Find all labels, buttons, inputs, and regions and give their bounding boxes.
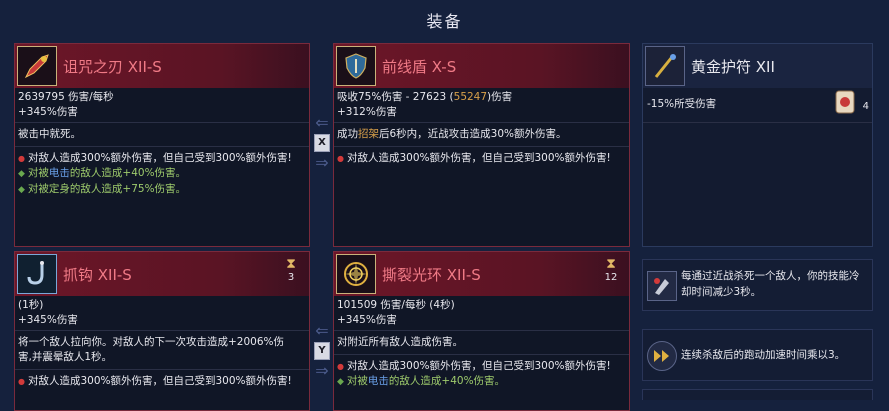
curse-mod-icon: ● bbox=[337, 154, 344, 163]
hourglass-icon: ⧗ bbox=[606, 256, 616, 272]
card-description: 被击中就死。 bbox=[15, 123, 309, 147]
curse-blade-icon bbox=[17, 46, 57, 86]
card-name: 黄金护符 XII bbox=[691, 58, 775, 76]
card-header: 抓钩 XII-S ⧗ 3 bbox=[15, 252, 309, 296]
mutation-speed-boost[interactable]: 连续杀敌后的跑动加速时间乘以3。 bbox=[642, 329, 873, 381]
tearing-aura-icon bbox=[336, 254, 376, 294]
kill-cooldown-icon bbox=[647, 271, 677, 301]
card-header: 黄金护符 XII bbox=[643, 44, 872, 88]
card-name: 抓钩 XII-S bbox=[63, 266, 132, 284]
amulet-card[interactable]: 黄金护符 XII -15%所受伤害 4 bbox=[642, 43, 873, 247]
swap-weapons-control[interactable]: ⇐ X ⇒ bbox=[311, 114, 333, 172]
mutation-kill-cooldown[interactable]: 每通过近战杀死一个敌人，你的技能冷 却时间减少3秒。 bbox=[642, 259, 873, 311]
arrow-right-icon: ⇒ bbox=[315, 153, 329, 172]
scroll-count: 4 bbox=[862, 101, 869, 112]
card-stats: 101509 伤害/每秒 (4秒) +345%伤害 bbox=[334, 296, 629, 331]
cooldown-badge: ⧗ 3 bbox=[279, 256, 303, 283]
amulet-icon bbox=[645, 46, 685, 86]
card-name: 诅咒之刃 XII-S bbox=[63, 58, 162, 76]
curse-mod-icon: ● bbox=[337, 362, 344, 371]
plus-mod-icon: ◆ bbox=[18, 185, 25, 195]
amulet-stat: -15%所受伤害 bbox=[647, 98, 717, 110]
screen-title: 装备 bbox=[426, 12, 463, 31]
swap-key-x: X bbox=[314, 134, 330, 152]
mutation-text: 连续杀敌后的跑动加速时间乘以3。 bbox=[681, 349, 846, 361]
hourglass-icon: ⧗ bbox=[286, 256, 296, 272]
cooldown-badge: ⧗ 12 bbox=[599, 256, 623, 283]
mod-root: ◆ 对被定身的敌人造成+75%伤害。 bbox=[18, 183, 187, 195]
card-header: 前线盾 X-S bbox=[334, 44, 629, 88]
card-description: 对附近所有敌人造成伤害。 bbox=[334, 331, 629, 355]
arrow-right-icon: ⇒ bbox=[315, 361, 329, 380]
amulet-divider bbox=[643, 122, 872, 123]
speed-boost-icon bbox=[647, 341, 677, 371]
grappling-hook-icon bbox=[17, 254, 57, 294]
mod-curse: ● 对敌人造成300%额外伤害，但自己受到300%额外伤害! bbox=[18, 375, 292, 387]
shield-icon bbox=[336, 46, 376, 86]
plus-mod-icon: ◆ bbox=[18, 169, 25, 179]
mod-curse: ● 对敌人造成300%额外伤害，但自己受到300%额外伤害! bbox=[18, 152, 292, 164]
mod-curse: ● 对敌人造成300%额外伤害，但自己受到300%额外伤害! bbox=[337, 360, 611, 372]
skill-card-tearing-aura[interactable]: 撕裂光环 XII-S ⧗ 12 101509 伤害/每秒 (4秒) +345%伤害… bbox=[333, 251, 630, 411]
scroll-icon bbox=[835, 90, 855, 114]
card-name: 前线盾 X-S bbox=[382, 58, 457, 76]
card-stats: 2639795 伤害/每秒 +345%伤害 bbox=[15, 88, 309, 123]
card-stats: (1秒) +345%伤害 bbox=[15, 296, 309, 331]
plus-mod-icon: ◆ bbox=[337, 377, 344, 387]
curse-mod-icon: ● bbox=[18, 377, 25, 386]
card-header: 诅咒之刃 XII-S bbox=[15, 44, 309, 88]
mutation-slot-partial bbox=[642, 389, 873, 400]
card-description: 将一个敌人拉向你。对敌人的下一次攻击造成+2006%伤 害,并震晕敌人1秒。 bbox=[15, 331, 309, 370]
mod-electric: ◆ 对被电击的敌人造成+40%伤害。 bbox=[18, 167, 187, 179]
card-header: 撕裂光环 XII-S ⧗ 12 bbox=[334, 252, 629, 296]
swap-key-y: Y bbox=[314, 342, 330, 360]
arrow-left-icon: ⇐ bbox=[315, 113, 329, 132]
card-mods: ● 对敌人造成300%额外伤害，但自己受到300%额外伤害! bbox=[15, 370, 309, 393]
card-description: 成功招架后6秒内，近战攻击造成30%额外伤害。 bbox=[334, 123, 629, 147]
card-name: 撕裂光环 XII-S bbox=[382, 266, 481, 284]
card-stats: 吸收75%伤害 - 27623 (55247)伤害 +312%伤害 bbox=[334, 88, 629, 123]
weapon-card-curse-blade[interactable]: 诅咒之刃 XII-S 2639795 伤害/每秒 +345%伤害 被击中就死。 … bbox=[14, 43, 310, 247]
swap-skills-control[interactable]: ⇐ Y ⇒ bbox=[311, 322, 333, 380]
mod-electric: ◆ 对被电击的敌人造成+40%伤害。 bbox=[337, 375, 506, 387]
mutation-text: 每通过近战杀死一个敌人，你的技能冷 却时间减少3秒。 bbox=[681, 270, 860, 298]
mod-curse: ● 对敌人造成300%额外伤害，但自己受到300%额外伤害! bbox=[337, 152, 611, 164]
card-mods: ● 对敌人造成300%额外伤害，但自己受到300%额外伤害! ◆ 对被电击的敌人造成… bbox=[334, 355, 629, 394]
weapon-card-front-shield[interactable]: 前线盾 X-S 吸收75%伤害 - 27623 (55247)伤害 +312%伤… bbox=[333, 43, 630, 247]
skill-card-grappling-hook[interactable]: 抓钩 XII-S ⧗ 3 (1秒) +345%伤害 将一个敌人拉向你。对敌人的下一… bbox=[14, 251, 310, 411]
card-mods: ● 对敌人造成300%额外伤害，但自己受到300%额外伤害! ◆ 对被电击的敌人造成… bbox=[15, 147, 309, 202]
curse-mod-icon: ● bbox=[18, 154, 25, 163]
arrow-left-icon: ⇐ bbox=[315, 321, 329, 340]
card-mods: ● 对敌人造成300%额外伤害，但自己受到300%额外伤害! bbox=[334, 147, 629, 170]
